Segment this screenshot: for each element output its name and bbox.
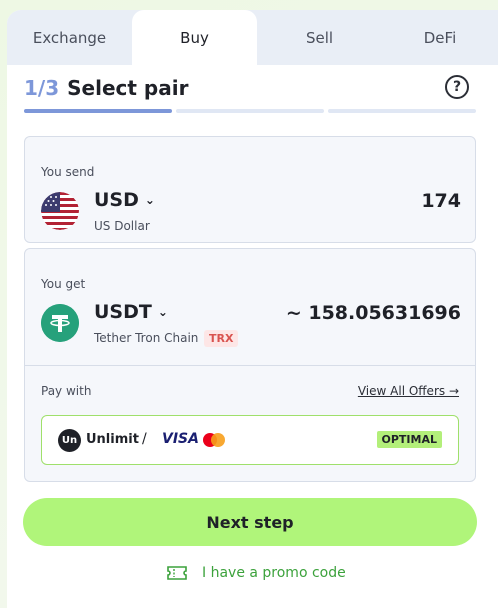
separator: / <box>142 431 147 447</box>
get-label: You get <box>41 277 86 291</box>
progress-segment-2 <box>176 109 324 113</box>
step-progress-bar <box>24 109 476 113</box>
send-currency-code: USD <box>94 189 139 211</box>
promo-code-label: I have a promo code <box>202 565 346 581</box>
send-label: You send <box>41 165 95 179</box>
tab-buy[interactable]: Buy <box>132 10 257 65</box>
tab-sell[interactable]: Sell <box>257 10 382 65</box>
tab-defi[interactable]: DeFi <box>382 10 498 65</box>
get-currency-select[interactable]: USDT ⌄ <box>94 301 168 323</box>
step-number: 1/3 <box>24 76 60 100</box>
question-circle-icon[interactable]: ? <box>445 75 469 99</box>
visa-logo: VISA <box>162 431 199 447</box>
tether-icon <box>41 304 79 342</box>
send-amount-input[interactable]: 174 <box>421 190 461 212</box>
progress-segment-1 <box>24 109 172 113</box>
send-currency-select[interactable]: USD ⌄ <box>94 189 155 211</box>
unlimit-logo-icon: Un <box>58 429 81 452</box>
tab-exchange[interactable]: Exchange <box>7 10 132 65</box>
get-amount: ~ 158.05631696 <box>285 302 461 324</box>
send-currency-name: US Dollar <box>94 219 150 233</box>
chevron-down-icon: ⌄ <box>157 305 168 319</box>
send-card: You send USD ⌄ US Dollar 174 <box>24 136 476 243</box>
divider <box>25 365 475 366</box>
get-currency-name: Tether Tron Chain <box>94 331 199 345</box>
provider-name: Unlimit <box>86 432 139 447</box>
promo-code-link[interactable]: I have a promo code <box>166 565 346 581</box>
pay-with-label: Pay with <box>41 384 92 398</box>
optimal-badge: OPTIMAL <box>376 431 442 448</box>
chain-badge: TRX <box>204 330 239 347</box>
chevron-down-icon: ⌄ <box>144 193 155 207</box>
us-flag-icon <box>41 192 79 230</box>
payment-offer-option[interactable]: Un Unlimit / VISA OPTIMAL <box>41 415 459 465</box>
get-card: You get USDT ⌄ Tether Tron Chain TRX ~ 1… <box>24 248 476 482</box>
mastercard-icon <box>203 433 225 447</box>
progress-segment-3 <box>328 109 476 113</box>
tab-bar: Exchange Buy Sell DeFi <box>7 10 498 65</box>
get-currency-code: USDT <box>94 301 152 323</box>
view-all-offers-link[interactable]: View All Offers → <box>358 384 459 398</box>
step-title: Select pair <box>67 76 189 100</box>
step-header: 1/3 Select pair <box>24 76 188 100</box>
ticket-icon <box>167 566 187 580</box>
next-step-button[interactable]: Next step <box>23 498 477 546</box>
